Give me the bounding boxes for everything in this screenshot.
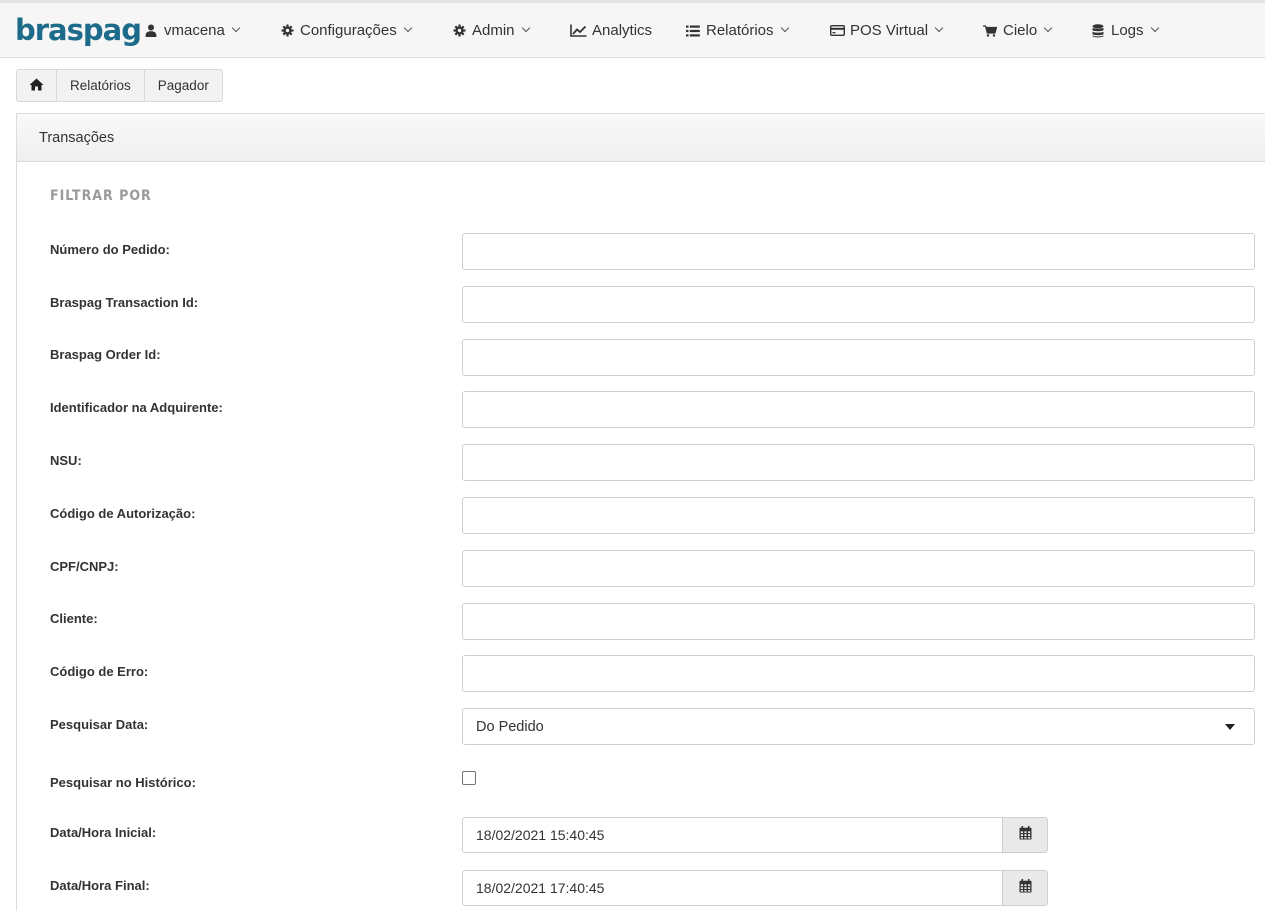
acquirer-id-input[interactable]: [462, 391, 1255, 428]
nav-logs-label: Logs: [1111, 22, 1144, 39]
history-search-checkbox[interactable]: [462, 771, 476, 785]
date-search-select[interactable]: Do Pedido: [462, 708, 1255, 745]
nav-user-label: vmacena: [164, 22, 225, 39]
nav-configuracoes[interactable]: Configurações: [279, 3, 412, 58]
breadcrumb-relatorios[interactable]: Relatórios: [57, 70, 145, 101]
client-input[interactable]: [462, 603, 1255, 640]
order-number-label: Número do Pedido:: [50, 242, 170, 257]
acquirer-id-label: Identificador na Adquirente:: [50, 400, 223, 415]
client-label: Cliente:: [50, 611, 98, 626]
nav-cielo[interactable]: Cielo: [982, 3, 1053, 58]
line-chart-icon: [569, 23, 587, 39]
nav-analytics[interactable]: Analytics: [569, 3, 652, 58]
nsu-input[interactable]: [462, 444, 1255, 481]
chevron-down-icon: [403, 23, 412, 32]
history-search-label: Pesquisar no Histórico:: [50, 775, 196, 790]
end-datetime-input[interactable]: [462, 870, 1003, 906]
transaction-id-label: Braspag Transaction Id:: [50, 295, 199, 310]
user-icon: [143, 23, 159, 39]
chevron-down-icon: [1150, 23, 1159, 32]
date-search-value: Do Pedido: [476, 718, 544, 735]
gear-icon: [279, 23, 295, 39]
chevron-down-icon: [521, 23, 530, 32]
order-id-input[interactable]: [462, 339, 1255, 376]
cpf-cnpj-input[interactable]: [462, 550, 1255, 587]
order-id-label: Braspag Order Id:: [50, 347, 161, 362]
cpf-cnpj-label: CPF/CNPJ:: [50, 559, 119, 574]
nav-cielo-label: Cielo: [1003, 22, 1038, 39]
braspag-logo[interactable]: braspag: [15, 13, 142, 47]
list-icon: [685, 23, 701, 39]
home-icon: [29, 78, 44, 94]
nav-logs[interactable]: Logs: [1090, 3, 1159, 58]
filter-section-title: FILTRAR POR: [50, 188, 152, 204]
cart-icon: [982, 23, 998, 39]
gear-icon: [451, 23, 467, 39]
error-code-input[interactable]: [462, 655, 1255, 692]
error-code-label: Código de Erro:: [50, 664, 149, 679]
end-datetime-label: Data/Hora Final:: [50, 878, 150, 893]
authorization-code-input[interactable]: [462, 497, 1255, 534]
nav-relatorios[interactable]: Relatórios: [685, 3, 789, 58]
start-datetime-input[interactable]: [462, 817, 1003, 853]
dropdown-arrow-icon: [1225, 724, 1235, 730]
chevron-down-icon: [780, 23, 789, 32]
transaction-id-input[interactable]: [462, 286, 1255, 323]
authorization-code-label: Código de Autorização:: [50, 506, 196, 521]
nav-configuracoes-label: Configurações: [300, 22, 397, 39]
order-number-input[interactable]: [462, 233, 1255, 270]
breadcrumb: Relatórios Pagador: [16, 69, 223, 102]
top-navbar: braspag vmacena Configurações Admin Anal…: [0, 0, 1265, 58]
nav-relatorios-label: Relatórios: [706, 22, 774, 39]
date-search-label: Pesquisar Data:: [50, 717, 149, 732]
nsu-label: NSU:: [50, 453, 82, 468]
panel-title: Transações: [17, 114, 1265, 162]
nav-analytics-label: Analytics: [592, 22, 653, 39]
end-datetime-picker-button[interactable]: [1002, 870, 1048, 906]
chevron-down-icon: [934, 23, 944, 32]
nav-pos-virtual[interactable]: POS Virtual: [829, 3, 944, 58]
credit-card-icon: [829, 23, 845, 39]
database-icon: [1090, 23, 1106, 39]
breadcrumb-home[interactable]: [17, 70, 57, 101]
breadcrumb-pagador[interactable]: Pagador: [145, 70, 222, 101]
nav-admin[interactable]: Admin: [451, 3, 530, 58]
chevron-down-icon: [1043, 23, 1053, 32]
nav-user-menu[interactable]: vmacena: [143, 3, 241, 58]
chevron-down-icon: [231, 23, 241, 32]
start-datetime-label: Data/Hora Inicial:: [50, 825, 157, 840]
nav-pos-virtual-label: POS Virtual: [850, 22, 929, 39]
calendar-icon: [1019, 825, 1032, 845]
nav-admin-label: Admin: [472, 22, 515, 39]
calendar-icon: [1019, 878, 1032, 898]
start-datetime-picker-button[interactable]: [1002, 817, 1048, 853]
